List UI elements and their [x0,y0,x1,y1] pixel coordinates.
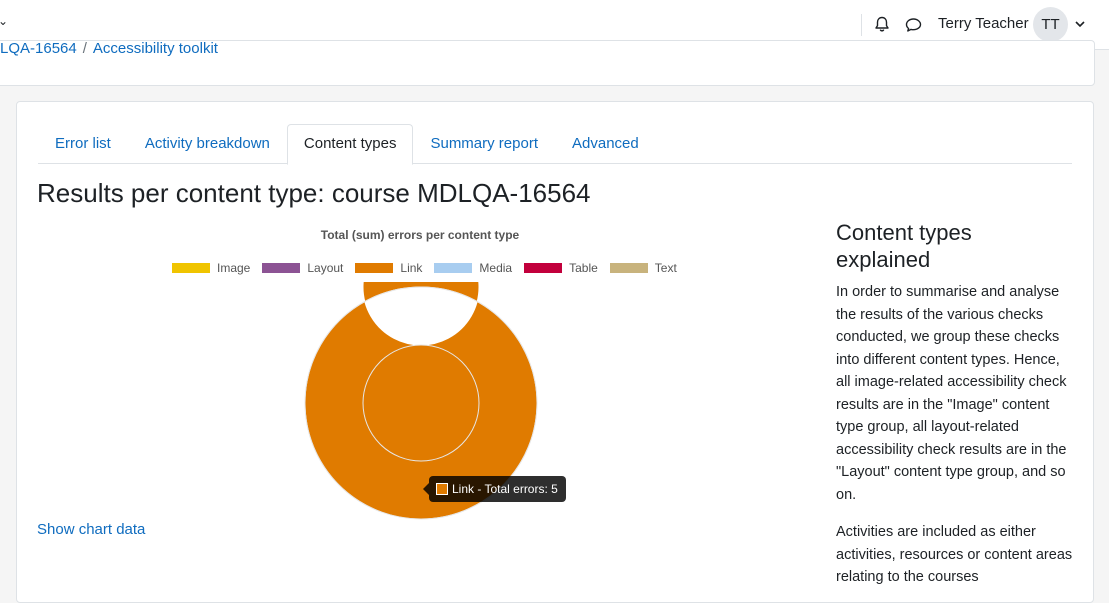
chart-tooltip: Link - Total errors: 5 [423,476,566,502]
navbar-divider [861,14,862,36]
tooltip-swatch [436,483,448,495]
legend-label: Media [479,261,513,275]
breadcrumb-item-page[interactable]: Accessibility toolkit [93,40,218,57]
breadcrumb: LQA-16564 / Accessibility toolkit [0,40,218,57]
legend-swatch [434,263,473,273]
legend-label: Text [654,261,677,275]
tooltip-label: Link - Total errors: 5 [452,482,558,496]
chart-legend: Image Layout Link Media Table Text [172,261,689,275]
legend-item-image[interactable]: Image [172,261,250,275]
report-tabs: Error list Activity breakdown Content ty… [38,124,1072,165]
legend-swatch [262,263,301,273]
breadcrumb-item-course[interactable]: LQA-16564 [0,40,77,57]
legend-swatch [609,263,648,273]
tab-activity-breakdown[interactable]: Activity breakdown [128,124,287,164]
legend-item-media[interactable]: Media [434,261,512,275]
legend-label: Link [400,261,423,275]
legend-swatch [524,263,563,273]
page-title: Results per content type: course MDLQA-1… [37,178,591,208]
legend-item-table[interactable]: Table [524,261,598,275]
legend-swatch [355,263,394,273]
breadcrumb-separator: / [82,40,87,57]
avatar[interactable]: TT [1033,7,1068,42]
legend-label: Image [217,261,251,275]
legend-swatch [172,263,210,273]
sidebar-heading: Content types explained [836,220,972,272]
bell-icon[interactable] [873,15,891,33]
legend-label: Table [569,261,598,275]
show-chart-data-link[interactable]: Show chart data [37,521,145,538]
tab-error-list[interactable]: Error list [38,124,128,164]
sidebar-paragraph: In order to summarise and analyse the re… [836,284,1067,503]
tab-summary-report[interactable]: Summary report [413,124,555,164]
sidebar-paragraph: Activities are included as either activi… [836,524,1073,585]
chat-bubble-icon[interactable] [904,16,923,34]
user-name[interactable]: Terry Teacher [938,15,1029,32]
legend-item-text[interactable]: Text [609,261,677,275]
chevron-down-icon[interactable]: ⌄ [0,14,8,28]
chevron-down-icon[interactable] [1074,18,1086,30]
tab-advanced[interactable]: Advanced [555,124,656,164]
legend-item-layout[interactable]: Layout [262,261,343,275]
legend-item-link[interactable]: Link [355,261,422,275]
legend-label: Layout [307,261,344,275]
chart-title: Total (sum) errors per content type [320,228,520,242]
tab-content-types[interactable]: Content types [286,124,414,165]
